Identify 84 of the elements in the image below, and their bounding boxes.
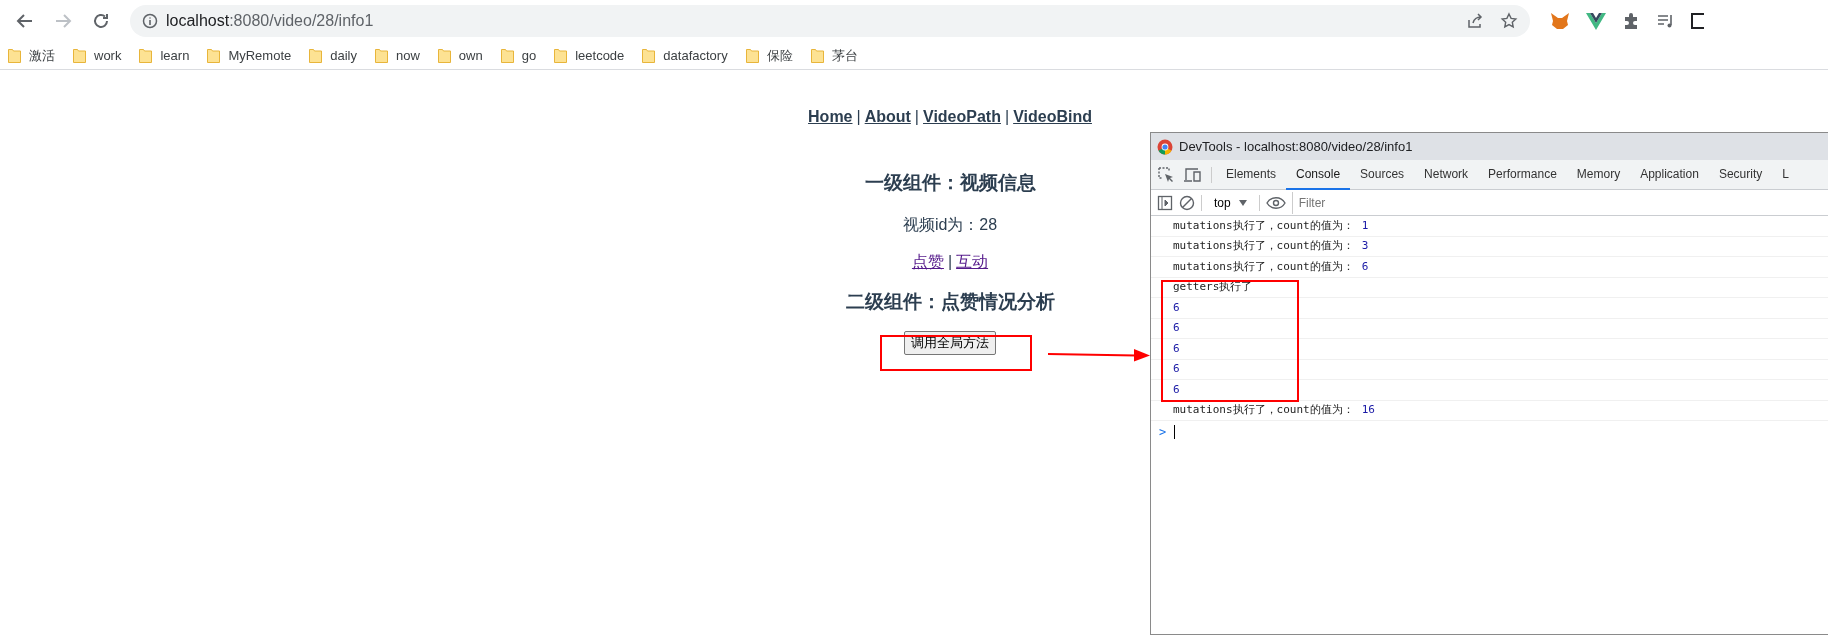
bookmark[interactable]: learn: [139, 45, 200, 66]
info-icon: [142, 13, 158, 29]
bookmark[interactable]: MyRemote: [207, 45, 302, 66]
devtools-tab[interactable]: Elements: [1216, 159, 1287, 190]
section-heading: 一级组件：视频信息: [864, 171, 1036, 195]
share-icon[interactable]: [1466, 12, 1484, 30]
star-icon[interactable]: [1500, 12, 1518, 30]
bookmark[interactable]: daily: [309, 45, 367, 66]
folder-icon: [375, 48, 388, 63]
folder-icon: [437, 48, 451, 63]
prompt-icon: >: [1159, 423, 1167, 441]
nav-link[interactable]: VideoBind: [1013, 105, 1092, 129]
separator: |: [856, 107, 861, 127]
console-value: 3: [1361, 238, 1369, 254]
devtools-tab[interactable]: L: [1772, 159, 1799, 190]
devtools-tab[interactable]: Application: [1630, 159, 1709, 190]
console-message: mutations执行了，count的值为：: [1173, 402, 1354, 418]
video-id-text: 视频id为：28: [902, 215, 998, 233]
device-icon[interactable]: [1183, 165, 1203, 184]
devtools-tab[interactable]: Network: [1414, 159, 1479, 190]
bookmark[interactable]: leetcode: [554, 45, 635, 66]
nav-link[interactable]: VideoPath: [923, 105, 1001, 129]
console-message: mutations执行了，count的值为：: [1173, 217, 1354, 234]
devtools-tab[interactable]: Memory: [1566, 159, 1631, 190]
console-value: 6: [1173, 299, 1180, 316]
bookmark[interactable]: work: [73, 45, 132, 66]
folder-icon: [500, 48, 514, 63]
bookmark[interactable]: datafactory: [642, 45, 738, 66]
call-method-button[interactable]: 调用全局方法: [904, 331, 996, 355]
text-link[interactable]: 点赞: [911, 249, 944, 274]
bookmark[interactable]: own: [437, 45, 493, 66]
v-logo-icon[interactable]: [1586, 12, 1606, 30]
folder-icon: [139, 48, 153, 63]
eye-icon[interactable]: [1265, 195, 1286, 210]
folder-icon: [8, 48, 21, 63]
folder-icon: [309, 48, 323, 63]
forward-arrow-icon: [54, 12, 72, 30]
devtools-tab[interactable]: Console: [1286, 159, 1351, 190]
separator: |: [947, 251, 953, 272]
console-value: 6: [1173, 381, 1180, 398]
puzzle-icon[interactable]: [1622, 12, 1640, 30]
folder-icon: [642, 48, 656, 63]
caret-icon: [1238, 199, 1247, 206]
console-value: 1: [1361, 217, 1369, 234]
reload-icon: [92, 12, 110, 30]
bookmark[interactable]: go: [500, 45, 547, 66]
context-dropdown[interactable]: top: [1208, 193, 1253, 212]
console-message: mutations执行了，count的值为：: [1173, 238, 1354, 254]
url-text: localhost:8080/video/28/info1: [166, 11, 374, 31]
media-list-icon[interactable]: [1656, 12, 1674, 30]
nav-link[interactable]: Home: [808, 105, 853, 129]
folder-icon: [554, 48, 568, 63]
folder-icon: [73, 48, 86, 63]
bookmark[interactable]: 茅台: [810, 45, 868, 66]
folder-icon: [207, 48, 221, 63]
address-bar[interactable]: localhost:8080/video/28/info1: [130, 5, 1530, 37]
nav-link[interactable]: About: [864, 105, 911, 129]
back-arrow-icon: [16, 12, 34, 30]
section-heading: 二级组件：点赞情况分析: [845, 289, 1055, 314]
console-message: mutations执行了，count的值为：: [1173, 258, 1354, 275]
window-title: DevTools - localhost:8080/video/28/info1: [1179, 137, 1413, 156]
bookmark[interactable]: 保险: [745, 45, 803, 66]
fox-icon[interactable]: [1550, 12, 1570, 30]
folder-icon: [810, 48, 824, 63]
folder-icon: [745, 48, 759, 63]
bookmark[interactable]: 激活: [8, 45, 65, 66]
inspect-icon[interactable]: [1157, 165, 1175, 184]
browser-logo-icon: [1157, 138, 1173, 155]
separator: |: [914, 107, 919, 127]
text-cursor: [1174, 425, 1176, 439]
console-value: 6: [1173, 340, 1180, 357]
console-value: 16: [1361, 402, 1375, 418]
text-link[interactable]: 互动: [956, 249, 989, 274]
bookmark[interactable]: now: [375, 45, 430, 66]
side-panel-icon[interactable]: [1690, 12, 1704, 30]
console-value: 6: [1173, 361, 1180, 377]
clear-icon[interactable]: [1179, 194, 1195, 211]
devtools-tab[interactable]: Security: [1708, 159, 1773, 190]
separator: |: [1004, 107, 1010, 127]
console-value: 6: [1361, 258, 1369, 275]
sidebar-icon[interactable]: [1157, 194, 1173, 211]
console-value: 6: [1173, 320, 1180, 336]
devtools-tab[interactable]: Performance: [1478, 159, 1567, 190]
devtools-tab[interactable]: Sources: [1350, 159, 1415, 190]
